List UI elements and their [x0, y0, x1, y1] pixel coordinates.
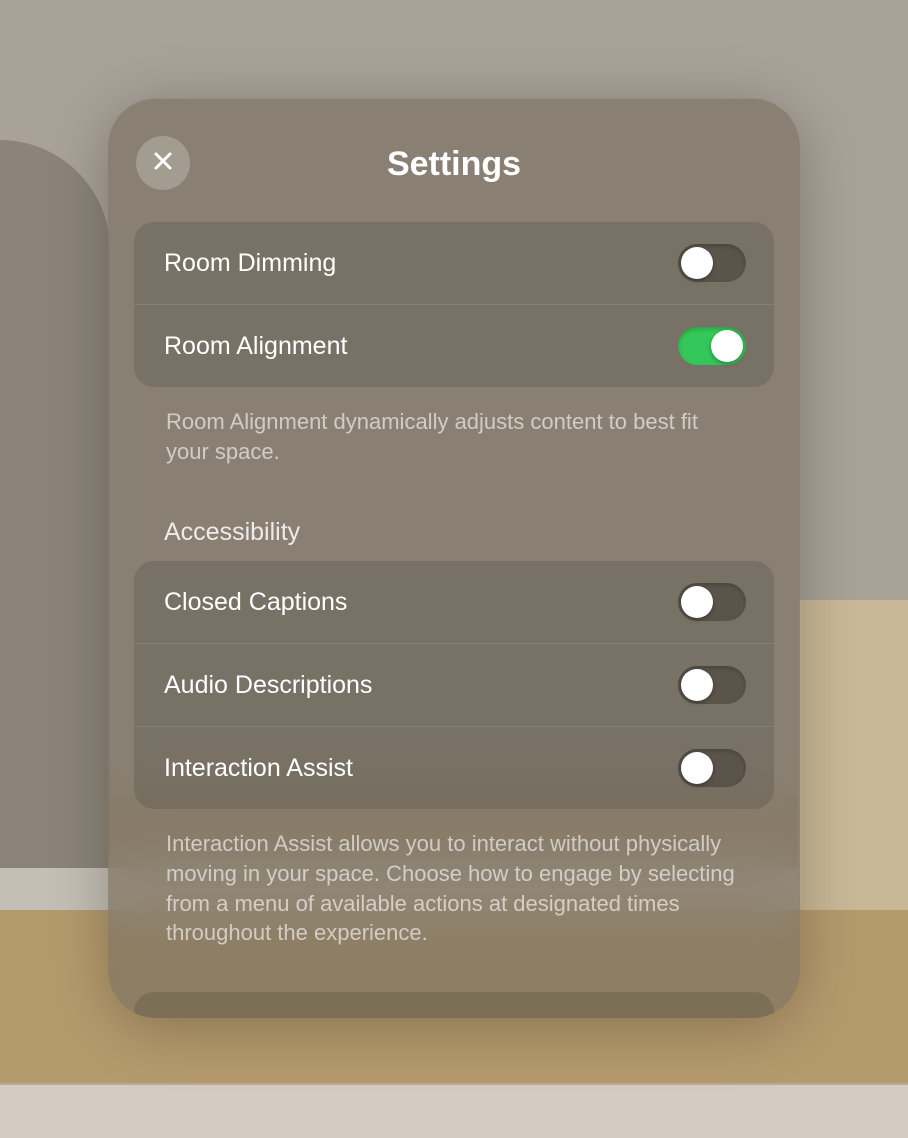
close-icon [151, 149, 175, 178]
room-alignment-label: Room Alignment [164, 332, 347, 361]
closed-captions-label: Closed Captions [164, 588, 347, 617]
shelf-arch [0, 140, 110, 900]
room-section-footer: Room Alignment dynamically adjusts conte… [134, 387, 774, 466]
panel-header: Settings [108, 128, 800, 200]
settings-panel: Settings Room Dimming Room Alignment Roo… [108, 98, 800, 1018]
room-dimming-toggle[interactable] [678, 244, 746, 282]
cabinet [798, 600, 908, 930]
accessibility-header: Accessibility [134, 518, 774, 561]
toggle-knob [681, 247, 713, 279]
carpet [0, 1083, 908, 1138]
accessibility-section: Closed Captions Audio Descriptions Inter… [134, 561, 774, 809]
room-alignment-row: Room Alignment [134, 305, 774, 387]
audio-descriptions-label: Audio Descriptions [164, 671, 372, 700]
room-section: Room Dimming Room Alignment [134, 222, 774, 387]
room-dimming-label: Room Dimming [164, 249, 336, 278]
toggle-knob [711, 330, 743, 362]
credits-row[interactable]: Credits [134, 992, 774, 1018]
toggle-knob [681, 669, 713, 701]
interaction-assist-label: Interaction Assist [164, 754, 353, 783]
interaction-assist-row: Interaction Assist [134, 727, 774, 809]
credits-section: Credits [134, 992, 774, 1018]
closed-captions-toggle[interactable] [678, 583, 746, 621]
closed-captions-row: Closed Captions [134, 561, 774, 644]
accessibility-section-footer: Interaction Assist allows you to interac… [134, 809, 774, 948]
room-dimming-row: Room Dimming [134, 222, 774, 305]
audio-descriptions-toggle[interactable] [678, 666, 746, 704]
toggle-knob [681, 586, 713, 618]
toggle-knob [681, 752, 713, 784]
page-title: Settings [387, 145, 521, 184]
close-button[interactable] [136, 136, 190, 190]
interaction-assist-toggle[interactable] [678, 749, 746, 787]
audio-descriptions-row: Audio Descriptions [134, 644, 774, 727]
room-alignment-toggle[interactable] [678, 327, 746, 365]
